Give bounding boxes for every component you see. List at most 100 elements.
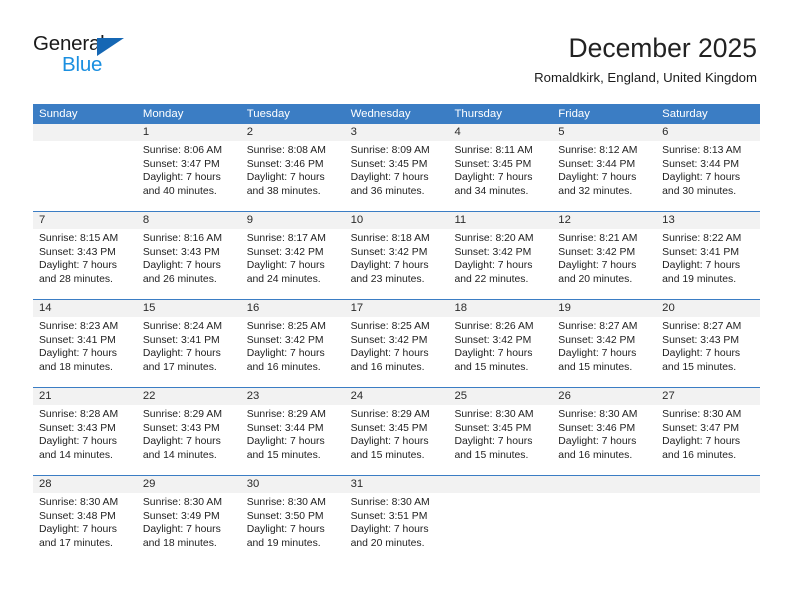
- day-number-band: 19: [552, 300, 657, 317]
- sunrise-text: Sunrise: 8:30 AM: [39, 497, 119, 508]
- day-cell[interactable]: 15 Sunrise: 8:24 AM Sunset: 3:41 PM Dayligh…: [136, 300, 241, 378]
- daylight-text-line1: Daylight: 7 hours: [454, 348, 533, 360]
- sunrise-text: Sunrise: 8:30 AM: [350, 497, 430, 508]
- day-cell[interactable]: 22 Sunrise: 8:29 AM Sunset: 3:43 PM Dayligh…: [136, 388, 241, 466]
- day-cell[interactable]: 19 Sunrise: 8:27 AM Sunset: 3:42 PM Dayligh…: [552, 300, 657, 378]
- day-cell[interactable]: 29 Sunrise: 8:30 AM Sunset: 3:49 PM Dayligh…: [136, 476, 241, 554]
- calendar-week-row: 1 Sunrise: 8:06 AM Sunset: 3:47 PM Daylight…: [33, 124, 761, 202]
- daylight-text-line1: Daylight: 7 hours: [350, 260, 429, 272]
- sunset-text: Sunset: 3:42 PM: [558, 246, 636, 258]
- day-number-band: 25: [448, 388, 553, 405]
- day-number-band: 12: [552, 212, 657, 229]
- daylight-text-line2: and 15 minutes.: [662, 361, 737, 373]
- daylight-text-line2: and 24 minutes.: [246, 273, 321, 285]
- day-cell[interactable]: 7 Sunrise: 8:15 AM Sunset: 3:43 PM Daylight…: [33, 212, 137, 290]
- day-cell[interactable]: 20 Sunrise: 8:27 AM Sunset: 3:43 PM Dayligh…: [656, 300, 761, 378]
- day-number: 3: [350, 126, 357, 138]
- day-cell[interactable]: 2 Sunrise: 8:08 AM Sunset: 3:46 PM Daylight…: [240, 124, 345, 202]
- day-number-band: 23: [240, 388, 345, 405]
- day-number-band: 29: [136, 476, 241, 493]
- day-cell[interactable]: 24 Sunrise: 8:29 AM Sunset: 3:45 PM Dayligh…: [344, 388, 449, 466]
- week-row-spacer: [33, 466, 760, 475]
- day-cell[interactable]: 1 Sunrise: 8:06 AM Sunset: 3:47 PM Daylight…: [136, 124, 241, 202]
- sunset-text: Sunset: 3:46 PM: [558, 422, 636, 434]
- day-number: 17: [350, 302, 364, 314]
- sunset-text: Sunset: 3:45 PM: [454, 158, 532, 170]
- sunset-text: Sunset: 3:42 PM: [454, 334, 532, 346]
- day-number-band: 22: [136, 388, 241, 405]
- sunset-text: Sunset: 3:44 PM: [246, 422, 324, 434]
- day-sun-info: Sunrise: 8:30 AM Sunset: 3:47 PM Daylight:…: [656, 405, 760, 462]
- sunset-text: Sunset: 3:42 PM: [350, 246, 428, 258]
- day-cell[interactable]: 23 Sunrise: 8:29 AM Sunset: 3:44 PM Dayligh…: [240, 388, 345, 466]
- daylight-text-line1: Daylight: 7 hours: [454, 172, 533, 184]
- daylight-text-line1: Daylight: 7 hours: [558, 260, 637, 272]
- day-cell[interactable]: 16 Sunrise: 8:25 AM Sunset: 3:42 PM Dayligh…: [240, 300, 345, 378]
- generalblue-logo[interactable]: General Blue: [33, 33, 173, 81]
- day-cell[interactable]: 10 Sunrise: 8:18 AM Sunset: 3:42 PM Dayligh…: [344, 212, 449, 290]
- sunrise-text: Sunrise: 8:18 AM: [350, 233, 430, 244]
- daylight-text-line2: and 22 minutes.: [454, 273, 529, 285]
- day-cell[interactable]: 25 Sunrise: 8:30 AM Sunset: 3:45 PM Dayligh…: [448, 388, 553, 466]
- day-cell[interactable]: 3 Sunrise: 8:09 AM Sunset: 3:45 PM Daylight…: [344, 124, 449, 202]
- daylight-text-line2: and 19 minutes.: [662, 273, 737, 285]
- weekday-header-friday: Friday: [558, 108, 590, 120]
- sunrise-text: Sunrise: 8:29 AM: [142, 409, 222, 420]
- daylight-text-line2: and 38 minutes.: [246, 185, 321, 197]
- day-sun-info: Sunrise: 8:27 AM Sunset: 3:42 PM Daylight:…: [552, 317, 656, 374]
- day-cell-empty: [33, 124, 137, 202]
- day-cell[interactable]: 28 Sunrise: 8:30 AM Sunset: 3:48 PM Dayligh…: [33, 476, 137, 554]
- daylight-text-line2: and 17 minutes.: [142, 361, 217, 373]
- day-cell[interactable]: 8 Sunrise: 8:16 AM Sunset: 3:43 PM Daylight…: [136, 212, 241, 290]
- day-cell-empty: [656, 476, 761, 554]
- day-cell-empty: [448, 476, 553, 554]
- calendar-week-row: 14 Sunrise: 8:23 AM Sunset: 3:41 PM Dayligh…: [33, 299, 761, 378]
- day-cell[interactable]: 11 Sunrise: 8:20 AM Sunset: 3:42 PM Dayligh…: [448, 212, 553, 290]
- daylight-text-line2: and 15 minutes.: [454, 449, 529, 461]
- day-cell[interactable]: 18 Sunrise: 8:26 AM Sunset: 3:42 PM Dayligh…: [448, 300, 553, 378]
- day-number-band: 16: [240, 300, 345, 317]
- day-sun-info: Sunrise: 8:29 AM Sunset: 3:45 PM Daylight:…: [345, 405, 449, 462]
- sunset-text: Sunset: 3:41 PM: [142, 334, 220, 346]
- day-cell[interactable]: 14 Sunrise: 8:23 AM Sunset: 3:41 PM Dayligh…: [33, 300, 137, 378]
- day-cell[interactable]: 6 Sunrise: 8:13 AM Sunset: 3:44 PM Daylight…: [656, 124, 761, 202]
- day-cell[interactable]: 12 Sunrise: 8:21 AM Sunset: 3:42 PM Dayligh…: [552, 212, 657, 290]
- sunrise-text: Sunrise: 8:29 AM: [350, 409, 430, 420]
- day-cell[interactable]: 17 Sunrise: 8:25 AM Sunset: 3:42 PM Dayligh…: [344, 300, 449, 378]
- day-number-band: 4: [448, 124, 553, 141]
- day-sun-info: Sunrise: 8:22 AM Sunset: 3:41 PM Daylight:…: [656, 229, 760, 286]
- day-cell[interactable]: 27 Sunrise: 8:30 AM Sunset: 3:47 PM Dayligh…: [656, 388, 761, 466]
- day-number: 28: [39, 478, 52, 490]
- sunset-text: Sunset: 3:48 PM: [39, 510, 116, 522]
- daylight-text-line1: Daylight: 7 hours: [142, 260, 221, 272]
- day-sun-info: Sunrise: 8:30 AM Sunset: 3:46 PM Daylight:…: [552, 405, 656, 462]
- day-cell[interactable]: 5 Sunrise: 8:12 AM Sunset: 3:44 PM Daylight…: [552, 124, 657, 202]
- weekday-header-tuesday: Tuesday: [246, 108, 290, 120]
- day-sun-info: Sunrise: 8:24 AM Sunset: 3:41 PM Daylight:…: [137, 317, 241, 374]
- day-sun-info: Sunrise: 8:23 AM Sunset: 3:41 PM Daylight:…: [33, 317, 137, 374]
- day-number-band: 5: [552, 124, 657, 141]
- day-cell[interactable]: 13 Sunrise: 8:22 AM Sunset: 3:41 PM Dayligh…: [656, 212, 761, 290]
- day-cell[interactable]: 31 Sunrise: 8:30 AM Sunset: 3:51 PM Dayligh…: [344, 476, 449, 554]
- daylight-text-line1: Daylight: 7 hours: [142, 436, 221, 448]
- sunset-text: Sunset: 3:46 PM: [246, 158, 324, 170]
- daylight-text-line1: Daylight: 7 hours: [246, 348, 325, 360]
- day-sun-info: Sunrise: 8:06 AM Sunset: 3:47 PM Daylight:…: [137, 141, 241, 198]
- day-number-band: 15: [136, 300, 241, 317]
- location-subtitle: Romaldkirk, England, United Kingdom: [534, 70, 757, 85]
- daylight-text-line1: Daylight: 7 hours: [39, 260, 117, 272]
- day-cell[interactable]: 21 Sunrise: 8:28 AM Sunset: 3:43 PM Dayligh…: [33, 388, 137, 466]
- daylight-text-line2: and 20 minutes.: [350, 537, 425, 549]
- day-cell[interactable]: 4 Sunrise: 8:11 AM Sunset: 3:45 PM Daylight…: [448, 124, 553, 202]
- daylight-text-line1: Daylight: 7 hours: [39, 348, 117, 360]
- sunset-text: Sunset: 3:44 PM: [558, 158, 636, 170]
- sunset-text: Sunset: 3:42 PM: [246, 334, 324, 346]
- day-number: 11: [454, 214, 467, 226]
- day-cell[interactable]: 26 Sunrise: 8:30 AM Sunset: 3:46 PM Dayligh…: [552, 388, 657, 466]
- day-number-band: 26: [552, 388, 657, 405]
- day-number: 10: [350, 214, 364, 226]
- day-number: 29: [142, 478, 156, 490]
- daylight-text-line1: Daylight: 7 hours: [246, 436, 325, 448]
- day-cell[interactable]: 9 Sunrise: 8:17 AM Sunset: 3:42 PM Daylight…: [240, 212, 345, 290]
- day-cell[interactable]: 30 Sunrise: 8:30 AM Sunset: 3:50 PM Dayligh…: [240, 476, 345, 554]
